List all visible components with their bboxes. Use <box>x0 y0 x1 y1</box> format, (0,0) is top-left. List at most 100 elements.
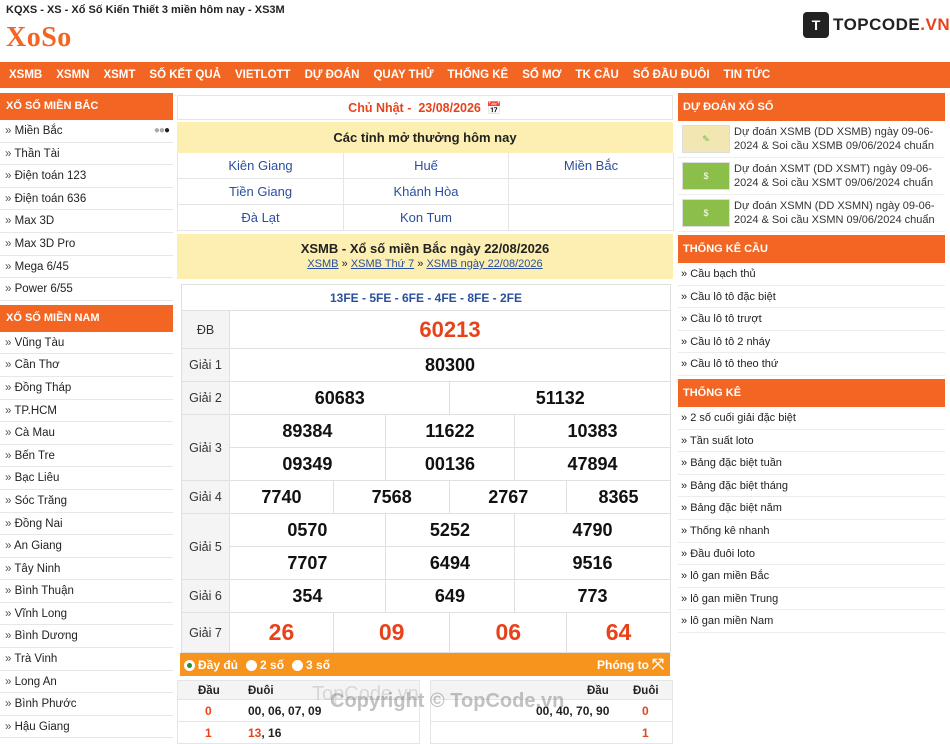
nav-so-mo[interactable]: SỔ MƠ <box>515 69 568 81</box>
stats-item[interactable]: » Thống kê nhanh <box>678 520 945 543</box>
nav-so-ket-qua[interactable]: SỐ KẾT QUẢ <box>142 69 228 81</box>
cau-item[interactable]: » Cầu lô tô 2 nháy <box>678 331 945 354</box>
label-g3: Giải 3 <box>181 414 230 481</box>
breadcrumb-xsmb-thu7[interactable]: XSMB Thứ 7 <box>351 258 414 270</box>
cau-item[interactable]: » Cầu lô tô đặc biệt <box>678 286 945 309</box>
stats-item[interactable]: » lô gan miền Trung <box>678 588 945 611</box>
province-link[interactable]: Đà Lạt <box>178 205 344 231</box>
nav-quay-thu[interactable]: QUAY THỬ <box>366 69 440 81</box>
sidebar-item-mega-645[interactable]: » Mega 6/45 <box>0 256 173 279</box>
nav-xsmn[interactable]: XSMN <box>49 69 96 81</box>
label-g4: Giải 4 <box>181 480 230 514</box>
sidebar-item-south[interactable]: » Bình Dương <box>0 625 173 649</box>
province-link[interactable]: Miền Bắc <box>509 153 674 179</box>
table-row: 0 00, 06, 07, 09 <box>177 700 420 722</box>
province-empty <box>509 179 674 205</box>
calendar-icon[interactable]: 📅 <box>487 101 502 115</box>
nav-xsmb[interactable]: XSMB <box>2 69 49 81</box>
sidebar-item-dien-toan-123[interactable]: » Điện toán 123 <box>0 165 173 188</box>
sidebar-item-than-tai[interactable]: » Thần Tài <box>0 143 173 166</box>
cau-item[interactable]: » Cầu lô tô theo thứ <box>678 353 945 376</box>
stats-item[interactable]: » 2 số cuối giải đặc biệt <box>678 407 945 430</box>
nav-xsmt[interactable]: XSMT <box>96 69 142 81</box>
col-duoi: Đuôi <box>633 685 659 697</box>
sidebar-item-max-3d[interactable]: » Max 3D <box>0 210 173 233</box>
sidebar-item-south[interactable]: » Hậu Giang <box>0 716 173 739</box>
date-bar[interactable]: Chủ Nhật - 23/08/2026 📅 <box>177 95 673 120</box>
north-section-title: XỔ SỐ MIỀN BẮC <box>0 93 173 120</box>
sidebar-item-south[interactable]: » Bến Tre <box>0 445 173 468</box>
sidebar-item-south[interactable]: » An Giang <box>0 535 173 558</box>
nav-thong-ke[interactable]: THỐNG KÊ <box>441 69 516 81</box>
stats-item[interactable]: » Tần suất loto <box>678 430 945 453</box>
prize-4: 7740 <box>229 480 334 514</box>
sidebar-item-south[interactable]: » Cà Mau <box>0 422 173 445</box>
sidebar-item-dien-toan-636[interactable]: » Điện toán 636 <box>0 188 173 211</box>
nav-tk-cau[interactable]: TK CẦU <box>568 69 625 81</box>
stats-item[interactable]: » lô gan miền Nam <box>678 610 945 633</box>
sidebar-item-south[interactable]: » Bình Thuận <box>0 580 173 603</box>
day-label: Chủ Nhật - <box>348 100 412 115</box>
prize-special: 60213 <box>229 310 671 349</box>
date-value: 23/08/2026 <box>418 100 481 115</box>
sidebar-item-mien-bac[interactable]: » Miền Bắc ●●● <box>0 120 173 143</box>
stats-item[interactable]: » lô gan miền Bắc <box>678 565 945 588</box>
prize-7: 26 <box>229 612 334 653</box>
province-link[interactable]: Kon Tum <box>344 205 509 231</box>
prize-6: 649 <box>384 579 516 613</box>
sidebar-item-max-3d-pro[interactable]: » Max 3D Pro <box>0 233 173 256</box>
stats-item[interactable]: » Bảng đặc biệt năm <box>678 497 945 520</box>
radio-icon[interactable] <box>292 660 304 671</box>
prize-5: 0570 <box>229 513 386 547</box>
province-link[interactable]: Huế <box>344 153 509 179</box>
prize-6: 354 <box>229 579 386 613</box>
site-logo[interactable]: XoSo <box>6 22 72 54</box>
prediction-item[interactable]: ✎ Dự đoán XSMB (DD XSMB) ngày 09-06-2024… <box>678 121 945 158</box>
brand-logo[interactable]: T TOPCODE.VN <box>803 12 950 38</box>
province-link[interactable]: Kiên Giang <box>178 153 344 179</box>
sidebar-item-power-655[interactable]: » Power 6/55 <box>0 278 173 301</box>
prediction-item[interactable]: $ Dự đoán XSMN (DD XSMN) ngày 09-06-2024… <box>678 195 945 232</box>
zoom-button[interactable]: Phóng to ⤧ <box>597 656 664 673</box>
prize-4: 2767 <box>449 480 568 514</box>
stats-list: » 2 số cuối giải đặc biệt» Tần suất loto… <box>678 407 945 633</box>
prize-4: 7568 <box>332 480 451 514</box>
cau-item[interactable]: » Cầu lô tô trượt <box>678 308 945 331</box>
province-link[interactable]: Khánh Hòa <box>344 179 509 205</box>
sidebar-item-south[interactable]: » Tây Ninh <box>0 558 173 581</box>
sidebar-item-south[interactable]: » Sóc Trăng <box>0 490 173 513</box>
nav-so-dau-duoi[interactable]: SỐ ĐẦU ĐUÔI <box>626 69 717 81</box>
stats-item[interactable]: » Đầu đuôi loto <box>678 543 945 566</box>
nav-tin-tuc[interactable]: TIN TỨC <box>717 69 778 81</box>
breadcrumb-xsmb[interactable]: XSMB <box>307 258 338 270</box>
option-3-digits[interactable]: 3 số <box>292 658 330 672</box>
sidebar-item-south[interactable]: » TP.HCM <box>0 400 173 423</box>
prediction-thumbnail: ✎ <box>682 125 730 153</box>
option-full[interactable]: Đầy đủ <box>184 658 238 672</box>
prize-5: 7707 <box>229 546 386 580</box>
prize-2: 51132 <box>449 381 671 415</box>
cau-item[interactable]: » Cầu bạch thủ <box>678 263 945 286</box>
nav-vietlott[interactable]: VIETLOTT <box>228 69 298 81</box>
nav-du-doan[interactable]: DỰ ĐOÁN <box>298 69 367 81</box>
stats-item[interactable]: » Bảng đặc biệt tháng <box>678 475 945 498</box>
stats-item[interactable]: » Bảng đặc biệt tuần <box>678 452 945 475</box>
results-table: 13FE - 5FE - 6FE - 4FE - 8FE - 2FE ĐB 60… <box>181 284 671 653</box>
sidebar-item-south[interactable]: » Long An <box>0 671 173 694</box>
radio-icon[interactable] <box>246 660 258 671</box>
main-nav: XSMB XSMN XSMT SỐ KẾT QUẢ VIETLOTT DỰ ĐO… <box>0 62 950 88</box>
sidebar-item-south[interactable]: » Vũng Tàu <box>0 332 173 355</box>
radio-checked-icon[interactable] <box>184 660 195 671</box>
option-2-digits[interactable]: 2 số <box>246 658 284 672</box>
province-link[interactable]: Tiền Giang <box>178 179 344 205</box>
sidebar-item-south[interactable]: » Trà Vinh <box>0 648 173 671</box>
sidebar-item-south[interactable]: » Đồng Nai <box>0 513 173 536</box>
loading-dots-icon: ●●● <box>153 125 170 136</box>
sidebar-item-south[interactable]: » Bạc Liêu <box>0 467 173 490</box>
sidebar-item-south[interactable]: » Đồng Tháp <box>0 377 173 400</box>
sidebar-item-south[interactable]: » Vĩnh Long <box>0 603 173 626</box>
breadcrumb-xsmb-date[interactable]: XSMB ngày 22/08/2026 <box>426 258 542 270</box>
prediction-item[interactable]: $ Dự đoán XSMT (DD XSMT) ngày 09-06-2024… <box>678 158 945 195</box>
sidebar-item-south[interactable]: » Cần Thơ <box>0 354 173 377</box>
sidebar-item-south[interactable]: » Bình Phước <box>0 693 173 716</box>
